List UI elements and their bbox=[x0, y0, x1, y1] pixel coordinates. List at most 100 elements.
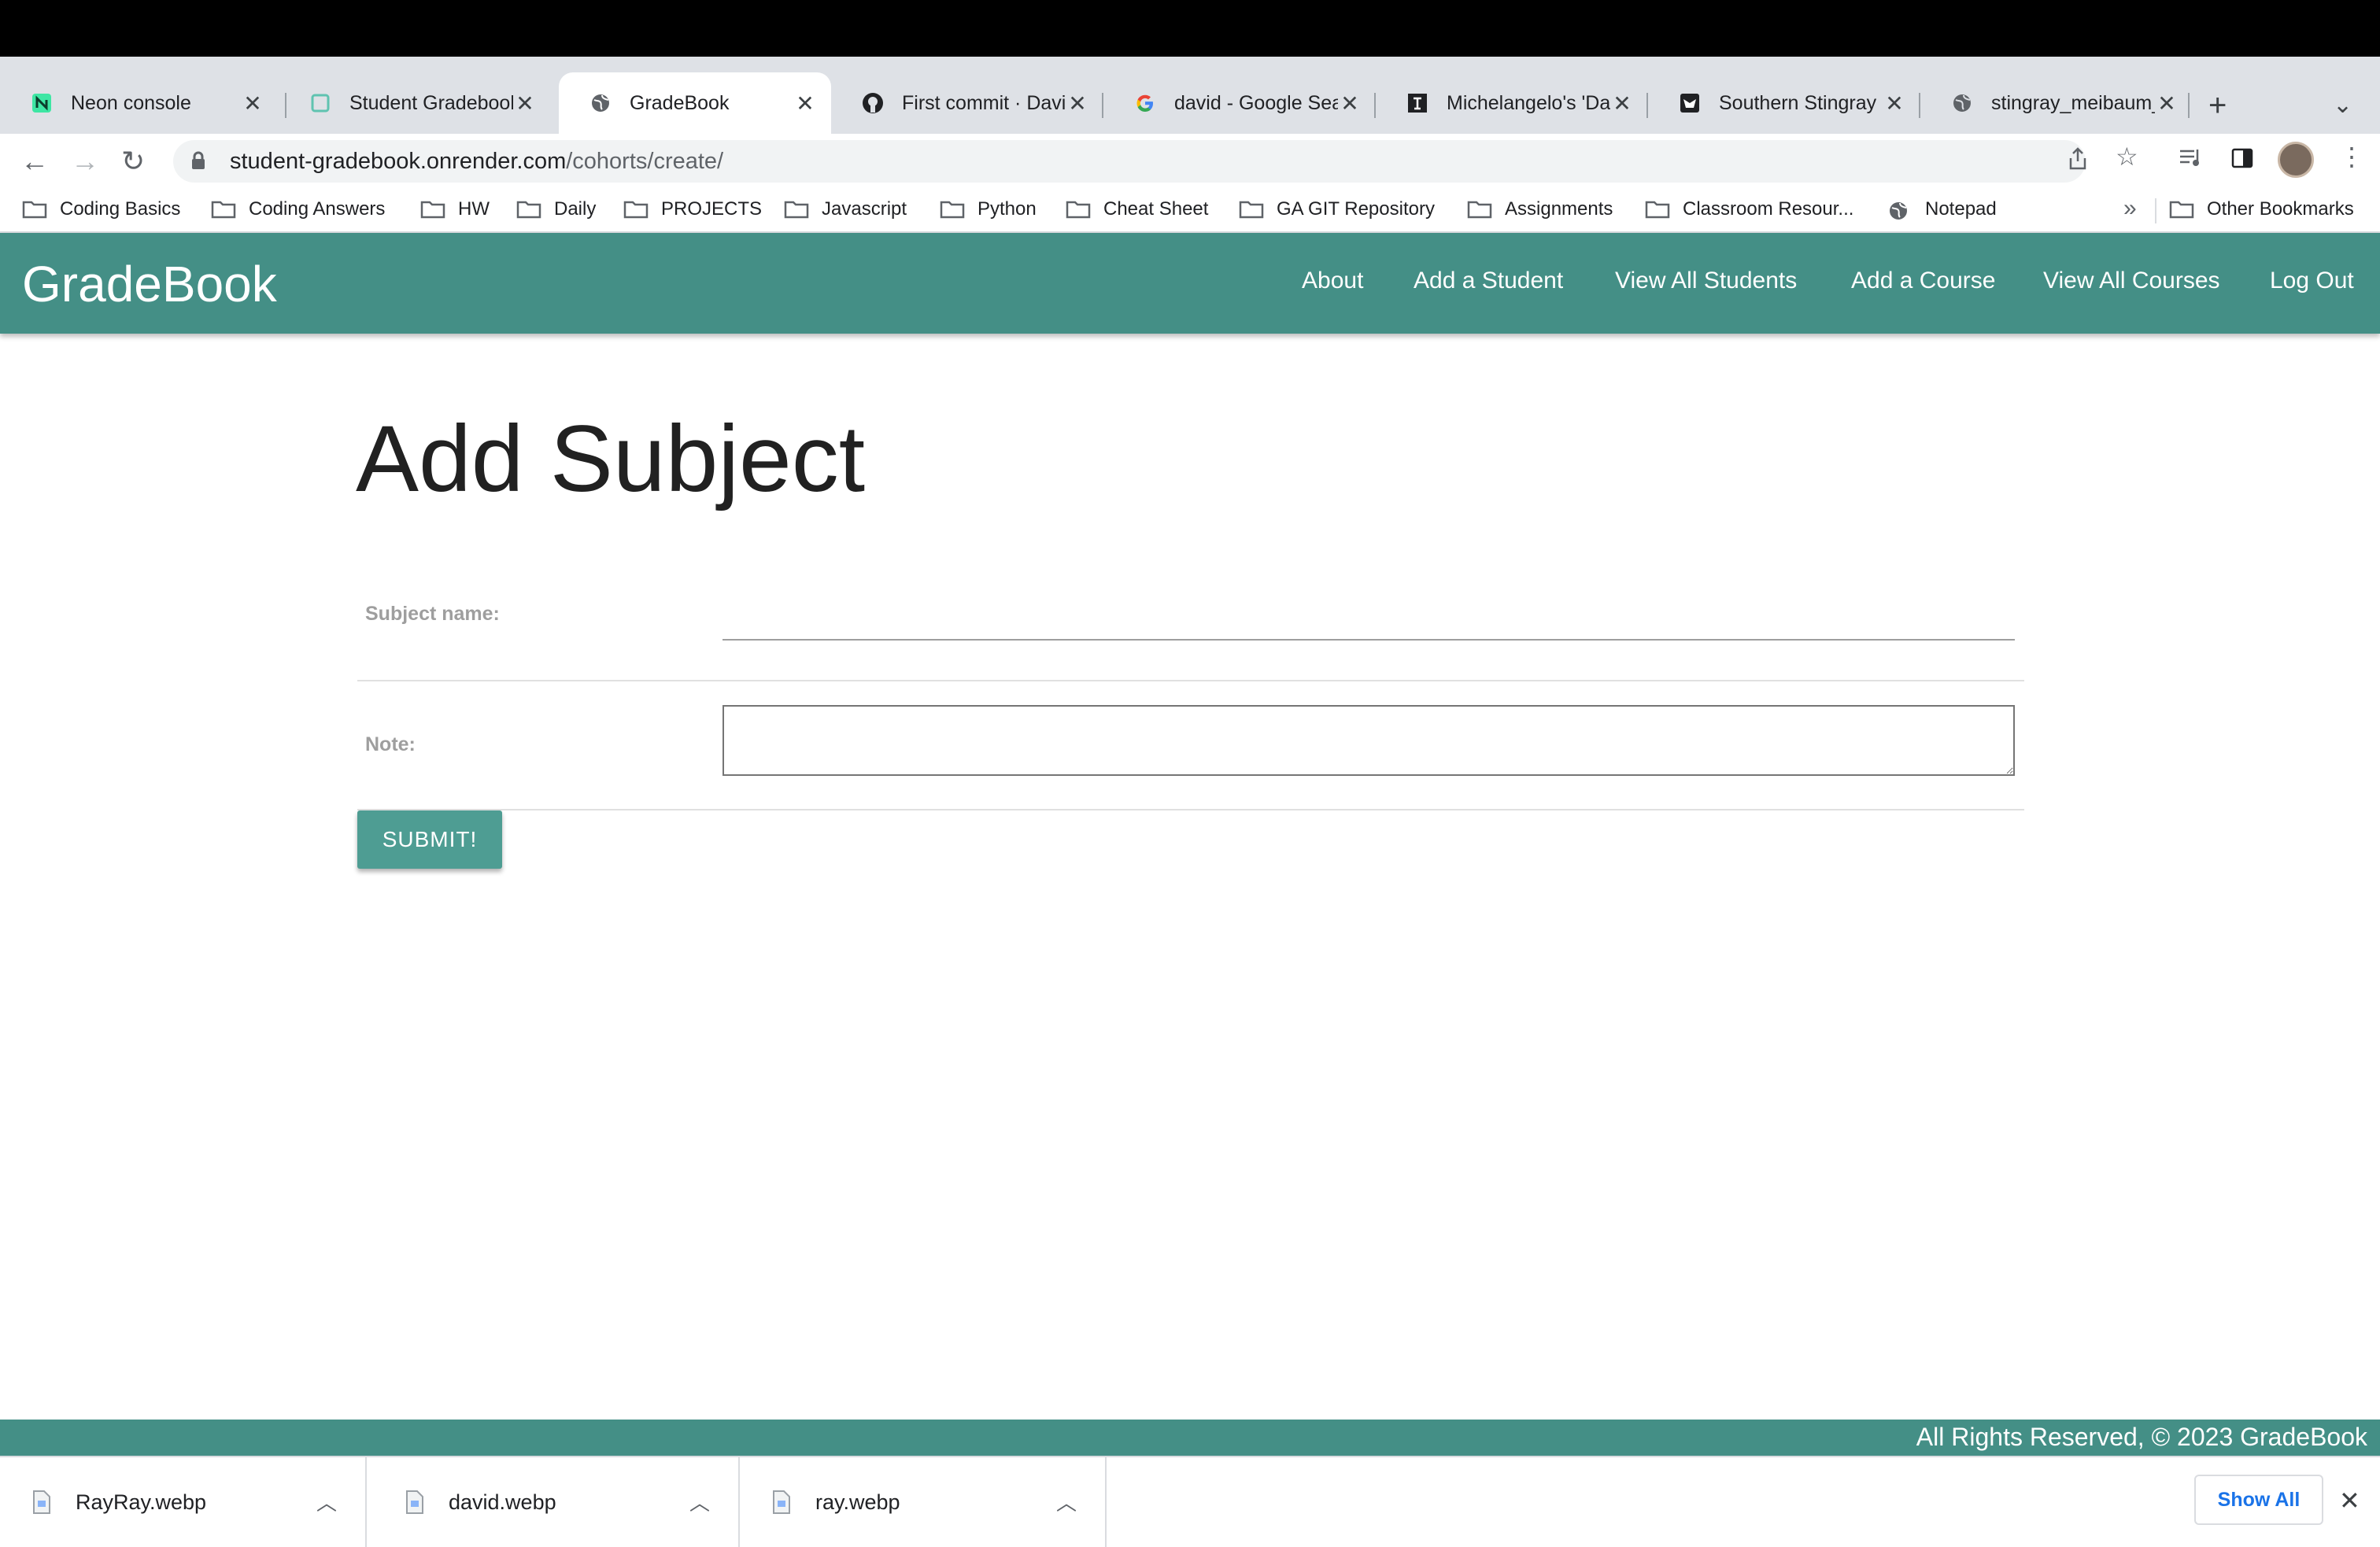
download-item[interactable]: ray.webp ︿ bbox=[740, 1457, 1107, 1547]
google-icon bbox=[1133, 91, 1157, 115]
download-item[interactable]: RayRay.webp ︿ bbox=[0, 1457, 367, 1547]
tab-student-gradebook[interactable]: Student Gradebook ✕ bbox=[279, 72, 551, 134]
submit-button[interactable]: SUBMIT! bbox=[357, 810, 502, 869]
bookmark-notepad[interactable]: Notepad bbox=[1887, 198, 1997, 220]
back-icon[interactable]: ← bbox=[20, 145, 49, 178]
bookmark-python[interactable]: Python bbox=[940, 198, 1037, 220]
tab-close-icon[interactable]: ✕ bbox=[793, 90, 817, 116]
tab-close-icon[interactable]: ✕ bbox=[513, 90, 537, 116]
file-icon bbox=[405, 1490, 425, 1515]
tab-label: Neon console bbox=[71, 91, 191, 114]
nav-add-student[interactable]: Add a Student bbox=[1414, 268, 1563, 294]
bookmark-label: HW bbox=[458, 198, 490, 220]
nav-add-course[interactable]: Add a Course bbox=[1851, 268, 1995, 294]
tab-label: Southern Stingray bbox=[1719, 91, 1877, 114]
bookmarks-bar: Coding Basics Coding Answers HW Daily PR… bbox=[0, 189, 2380, 233]
side-panel-icon[interactable] bbox=[2230, 146, 2254, 176]
folder-icon bbox=[2169, 200, 2194, 219]
bookmark-label: Coding Basics bbox=[60, 198, 181, 220]
nav-log-out[interactable]: Log Out bbox=[2270, 268, 2354, 294]
footer-copyright: All Rights Reserved, © 2023 GradeBook bbox=[1916, 1423, 2367, 1451]
browser-toolbar: ← → ↻ student-gradebook.onrender.com/coh… bbox=[0, 134, 2380, 189]
subject-name-input[interactable] bbox=[722, 607, 2015, 641]
subject-name-row: Subject name: bbox=[357, 570, 2024, 681]
bookmark-label: Cheat Sheet bbox=[1103, 198, 1209, 220]
tab-close-icon[interactable]: ✕ bbox=[1066, 90, 1089, 116]
address-bar[interactable]: student-gradebook.onrender.com/cohorts/c… bbox=[173, 140, 2086, 183]
bookmark-label: Coding Answers bbox=[249, 198, 386, 220]
github-icon bbox=[861, 91, 885, 115]
bookmark-label: Daily bbox=[554, 198, 597, 220]
tab-gradebook[interactable]: GradeBook ✕ bbox=[559, 72, 831, 134]
bookmark-label: Notepad bbox=[1925, 198, 1997, 220]
more-menu-icon[interactable]: ⋮ bbox=[2339, 142, 2364, 172]
bookmark-daily[interactable]: Daily bbox=[516, 198, 596, 220]
note-row: Note: bbox=[357, 681, 2024, 810]
reload-icon[interactable]: ↻ bbox=[121, 145, 145, 178]
download-filename: RayRay.webp bbox=[76, 1490, 207, 1514]
tab-close-icon[interactable]: ✕ bbox=[241, 90, 264, 116]
tab-stingray-meibaum[interactable]: stingray_meibaum_ ✕ bbox=[1920, 72, 2193, 134]
nav-view-all-courses[interactable]: View All Courses bbox=[2043, 268, 2220, 294]
bookmark-label: PROJECTS bbox=[661, 198, 763, 220]
tab-close-icon[interactable]: ✕ bbox=[1610, 90, 1634, 116]
forward-icon[interactable]: → bbox=[71, 145, 99, 178]
close-downloads-icon[interactable]: ✕ bbox=[2339, 1486, 2360, 1516]
bookmark-cheat-sheet[interactable]: Cheat Sheet bbox=[1066, 198, 1208, 220]
folder-icon bbox=[784, 200, 809, 219]
chevron-up-icon[interactable]: ︿ bbox=[1056, 1487, 1077, 1516]
tab-label: stingray_meibaum_ bbox=[1991, 91, 2155, 114]
note-label: Note: bbox=[365, 733, 416, 755]
folder-icon bbox=[1239, 200, 1264, 219]
bookmark-coding-answers[interactable]: Coding Answers bbox=[211, 198, 385, 220]
bookmark-coding-basics[interactable]: Coding Basics bbox=[22, 198, 180, 220]
bookmark-ga-git-repository[interactable]: GA GIT Repository bbox=[1239, 198, 1435, 220]
tab-close-icon[interactable]: ✕ bbox=[1338, 90, 1362, 116]
note-textarea[interactable] bbox=[722, 705, 2015, 776]
nav-view-all-students[interactable]: View All Students bbox=[1615, 268, 1797, 294]
bookmark-javascript[interactable]: Javascript bbox=[784, 198, 907, 220]
tab-search-icon[interactable]: ⌄ bbox=[2333, 91, 2352, 119]
bookmark-label: Python bbox=[978, 198, 1037, 220]
download-item[interactable]: david.webp ︿ bbox=[373, 1457, 740, 1547]
window-top-bar bbox=[0, 0, 2380, 57]
new-tab-icon[interactable]: + bbox=[2208, 88, 2227, 124]
share-icon[interactable] bbox=[2067, 146, 2089, 178]
folder-icon bbox=[22, 200, 47, 219]
bookmark-label: Assignments bbox=[1505, 198, 1613, 220]
bookmarks-overflow-icon[interactable]: » bbox=[2123, 195, 2137, 222]
tab-github-commit[interactable]: First commit · Davi ✕ bbox=[831, 72, 1103, 134]
show-all-downloads-button[interactable]: Show All bbox=[2194, 1475, 2323, 1525]
bookmark-assignments[interactable]: Assignments bbox=[1467, 198, 1613, 220]
media-controls-icon[interactable] bbox=[2179, 146, 2204, 176]
tab-michelangelo[interactable]: Michelangelo's 'Da ✕ bbox=[1376, 72, 1648, 134]
tab-google-search[interactable]: david - Google Sea ✕ bbox=[1103, 72, 1376, 134]
tab-close-icon[interactable]: ✕ bbox=[1883, 90, 1906, 116]
file-icon bbox=[771, 1490, 792, 1515]
bookmark-classroom-resources[interactable]: Classroom Resour... bbox=[1645, 198, 1853, 220]
bookmark-star-icon[interactable]: ☆ bbox=[2116, 142, 2138, 172]
smithsonian-icon bbox=[1406, 91, 1429, 115]
tab-southern-stingray[interactable]: Southern Stingray ✕ bbox=[1648, 72, 1920, 134]
tab-separator bbox=[2188, 93, 2190, 118]
profile-avatar[interactable] bbox=[2278, 142, 2314, 178]
bookmark-other-bookmarks[interactable]: Other Bookmarks bbox=[2169, 198, 2354, 220]
folder-icon bbox=[211, 200, 236, 219]
tab-label: david - Google Sea bbox=[1174, 91, 1338, 114]
bookmark-label: Javascript bbox=[822, 198, 907, 220]
bookmark-hw[interactable]: HW bbox=[420, 198, 490, 220]
chevron-up-icon[interactable]: ︿ bbox=[316, 1487, 337, 1516]
url-path: /cohorts/create/ bbox=[566, 148, 724, 174]
folder-icon bbox=[623, 200, 649, 219]
bookmark-label: GA GIT Repository bbox=[1277, 198, 1435, 220]
page-title: Add Subject bbox=[356, 406, 866, 511]
app-brand-logo[interactable]: GradeBook bbox=[22, 255, 277, 313]
bookmarks-separator bbox=[2155, 198, 2156, 223]
chevron-up-icon[interactable]: ︿ bbox=[689, 1487, 710, 1516]
tab-neon-console[interactable]: Neon console ✕ bbox=[0, 72, 279, 134]
tab-close-icon[interactable]: ✕ bbox=[2155, 90, 2179, 116]
bookmark-projects[interactable]: PROJECTS bbox=[623, 198, 762, 220]
nav-about[interactable]: About bbox=[1302, 268, 1363, 294]
neon-icon bbox=[30, 91, 54, 115]
folder-icon bbox=[516, 200, 541, 219]
